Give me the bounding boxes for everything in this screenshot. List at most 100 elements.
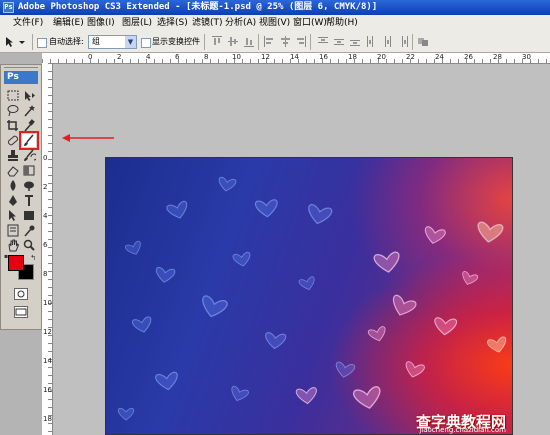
ruler-tick-label: 8 [204,53,209,61]
ruler-tick-label: 12 [261,53,270,61]
ruler-horizontal: 0 2 4 6 8 10 12 14 16 18 20 22 24 26 28 … [42,53,550,64]
document-canvas[interactable]: 查字典教程网 jiaocheng.chazidian.com [105,157,513,435]
align-hcenter-icon[interactable] [280,36,290,47]
menu-help[interactable]: 帮助(H) [326,16,358,31]
menu-filter[interactable]: 滤镜(T) [192,16,223,31]
menu-file[interactable]: 文件(F) [13,16,43,31]
healing-brush-tool-icon[interactable] [6,134,20,147]
hearts-artwork [117,176,509,421]
auto-align-layers-icon[interactable] [418,36,428,47]
type-tool-icon[interactable] [22,194,36,207]
default-colors-icon[interactable]: ▪ [3,254,9,260]
menu-image[interactable]: 图像(I) [87,16,115,31]
distribute-top-icon[interactable] [318,36,328,47]
ruler-tick-label: 14 [43,357,52,365]
align-left-icon[interactable] [264,36,274,47]
tool-preset-picker[interactable] [4,35,28,49]
hand-tool-icon[interactable] [6,239,20,252]
show-transform-label: 显示变换控件 [152,37,200,46]
distribute-left-icon[interactable] [366,36,376,47]
dodge-tool-icon[interactable] [22,179,36,192]
ruler-tick-label: 30 [522,53,531,61]
auto-select-dropdown[interactable]: 组 ▼ [88,35,137,49]
ruler-tick-label: 4 [43,212,48,220]
ruler-tick-label: 18 [348,53,357,61]
ruler-vertical: 0 2 4 6 8 10 12 14 16 18 [42,63,53,435]
window-title: Adobe Photoshop CS3 Extended - [未标题-1.ps… [18,2,378,12]
separator [258,34,259,50]
align-bottom-icon[interactable] [244,36,254,47]
eyedropper-sample-icon[interactable] [22,224,36,237]
clone-stamp-tool-icon[interactable] [6,149,20,162]
ruler-tick-label: 18 [43,415,52,423]
menu-analysis[interactable]: 分析(A) [225,16,256,31]
separator [310,34,311,50]
ruler-tick-label: 12 [43,328,52,336]
ruler-tick-label: 2 [43,183,48,191]
photoshop-app-icon: Ps [3,2,14,13]
move-tool-icon [6,37,25,47]
ruler-tick-label: 4 [146,53,151,61]
ruler-tick-label: 22 [406,53,415,61]
separator [204,34,205,50]
title-bar: Ps Adobe Photoshop CS3 Extended - [未标题-1.… [0,0,550,15]
lasso-tool-icon[interactable] [6,104,20,117]
watermark-url: jiaocheng.chazidian.com [419,426,506,434]
options-bar: 自动选择: 组 ▼ 显示变换控件 [0,32,550,53]
menu-select[interactable]: 选择(S) [157,16,188,31]
ruler-tick-label: 10 [43,299,52,307]
menu-edit[interactable]: 编辑(E) [53,16,84,31]
ruler-tick-label: 24 [435,53,444,61]
gradient-tool-icon[interactable] [22,164,36,177]
crop-tool-icon[interactable] [6,119,20,132]
show-transform-checkbox[interactable] [141,38,151,48]
distribute-vcenter-icon[interactable] [334,36,344,47]
ruler-tick-label: 0 [43,154,48,162]
ruler-tick-label: 6 [43,241,48,249]
eyedropper-tool-icon[interactable] [22,119,36,132]
menu-window[interactable]: 窗口(W) [293,16,327,31]
history-brush-tool-icon[interactable] [22,149,38,162]
ruler-tick-label: 6 [175,53,180,61]
move-tool-icon[interactable] [22,89,36,102]
separator [412,34,413,50]
path-selection-tool-icon[interactable] [6,209,20,222]
ruler-tick-label: 14 [290,53,299,61]
magic-wand-tool-icon[interactable] [22,104,36,117]
zoom-tool-icon[interactable] [22,239,36,252]
ruler-tick-label: 26 [464,53,473,61]
ruler-tick-label: 10 [232,53,241,61]
chevron-down-icon: ▼ [125,36,136,48]
ruler-tick-label: 28 [493,53,502,61]
screen-mode-button[interactable] [14,306,28,318]
align-top-icon[interactable] [212,36,222,47]
distribute-right-icon[interactable] [398,36,408,47]
ruler-tick-label: 20 [377,53,386,61]
swap-colors-icon[interactable]: ↰ [29,254,37,262]
auto-select-value: 组 [92,37,100,46]
brush-tool-icon[interactable] [19,131,39,150]
menu-bar: 文件(F) 编辑(E) 图像(I) 图层(L) 选择(S) 滤镜(T) 分析(A… [0,15,550,33]
ruler-tick-label: 2 [117,53,122,61]
blur-tool-icon[interactable] [6,179,20,192]
pen-tool-icon[interactable] [6,194,20,207]
eraser-tool-icon[interactable] [6,164,20,177]
distribute-bottom-icon[interactable] [350,36,360,47]
align-right-icon[interactable] [296,36,306,47]
separator [32,34,33,50]
menu-layer[interactable]: 图层(L) [122,16,152,31]
marquee-tool-icon[interactable] [6,89,20,102]
distribute-hcenter-icon[interactable] [382,36,392,47]
ruler-tick-label: 8 [43,270,48,278]
align-vcenter-icon[interactable] [228,36,238,47]
menu-view[interactable]: 视图(V) [259,16,290,31]
notes-tool-icon[interactable] [6,224,20,237]
auto-select-checkbox[interactable] [37,38,47,48]
quick-mask-button[interactable] [14,288,28,300]
foreground-color-swatch[interactable] [8,255,24,271]
ruler-tick-label: 16 [43,386,52,394]
ruler-tick-label: 0 [88,53,93,61]
shape-tool-icon[interactable] [22,209,36,222]
auto-select-label: 自动选择: [49,37,84,46]
ps-logo: Ps [4,71,38,84]
